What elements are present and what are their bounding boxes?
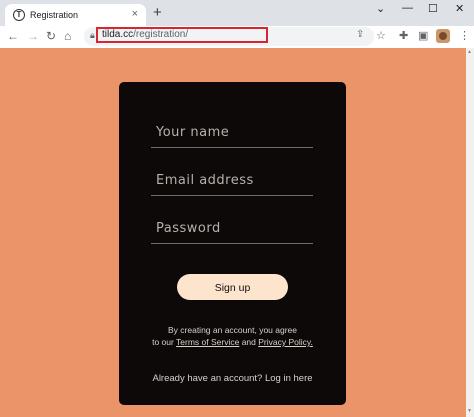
tab-registration[interactable]: T Registration × <box>5 4 146 27</box>
terms-and: and <box>239 337 259 347</box>
back-icon[interactable]: ← <box>7 29 19 43</box>
bookmark-star-icon[interactable]: ☆ <box>376 29 386 42</box>
tilda-favicon-icon: T <box>13 9 25 21</box>
url-host: tilda.cc <box>102 29 134 40</box>
terms-prefix: to our <box>152 337 177 347</box>
terms-line-2: to our Terms of Service and Privacy Poli… <box>119 336 346 348</box>
home-icon[interactable]: ⌂ <box>64 29 71 43</box>
sign-up-button[interactable]: Sign up <box>177 274 288 300</box>
forward-icon[interactable]: → <box>27 29 39 43</box>
login-link[interactable]: Already have an account? Log in here <box>119 373 346 384</box>
email-field <box>151 169 313 196</box>
name-field <box>151 121 313 148</box>
side-panel-icon[interactable]: ▣ <box>418 29 428 42</box>
new-tab-icon[interactable]: + <box>153 5 162 21</box>
terms-line-1: By creating an account, you agree <box>168 325 297 335</box>
terms-text: By creating an account, you agree to our… <box>119 324 346 348</box>
profile-avatar[interactable] <box>436 29 450 43</box>
minimize-icon[interactable]: — <box>402 2 413 14</box>
privacy-policy-link[interactable]: Privacy Policy. <box>258 337 313 347</box>
menu-icon[interactable]: ⋮ <box>459 29 470 42</box>
lock-icon[interactable]: 🔒︎ <box>90 30 95 41</box>
tab-search-icon[interactable]: ⌄ <box>376 2 385 15</box>
terms-of-service-link[interactable]: Terms of Service <box>176 337 239 347</box>
url-text[interactable]: tilda.cc/registration/ <box>102 29 188 40</box>
maximize-icon[interactable]: ☐ <box>428 2 438 15</box>
tab-title: Registration <box>30 10 79 20</box>
share-icon[interactable]: ⇪ <box>356 29 364 40</box>
password-input[interactable] <box>151 217 313 239</box>
scroll-up-icon[interactable]: ▲ <box>467 49 472 55</box>
tab-strip: T Registration × + ⌄ — ☐ ✕ <box>0 0 474 27</box>
reload-icon[interactable]: ↻ <box>46 29 56 43</box>
scroll-down-icon[interactable]: ▼ <box>467 408 472 414</box>
close-window-icon[interactable]: ✕ <box>455 2 464 15</box>
scrollbar[interactable] <box>466 48 474 417</box>
tab-close-icon[interactable]: × <box>132 8 138 20</box>
url-path: /registration/ <box>133 29 189 40</box>
extensions-icon[interactable]: ✚ <box>399 29 408 42</box>
password-field <box>151 217 313 244</box>
email-input[interactable] <box>151 169 313 191</box>
name-input[interactable] <box>151 121 313 143</box>
